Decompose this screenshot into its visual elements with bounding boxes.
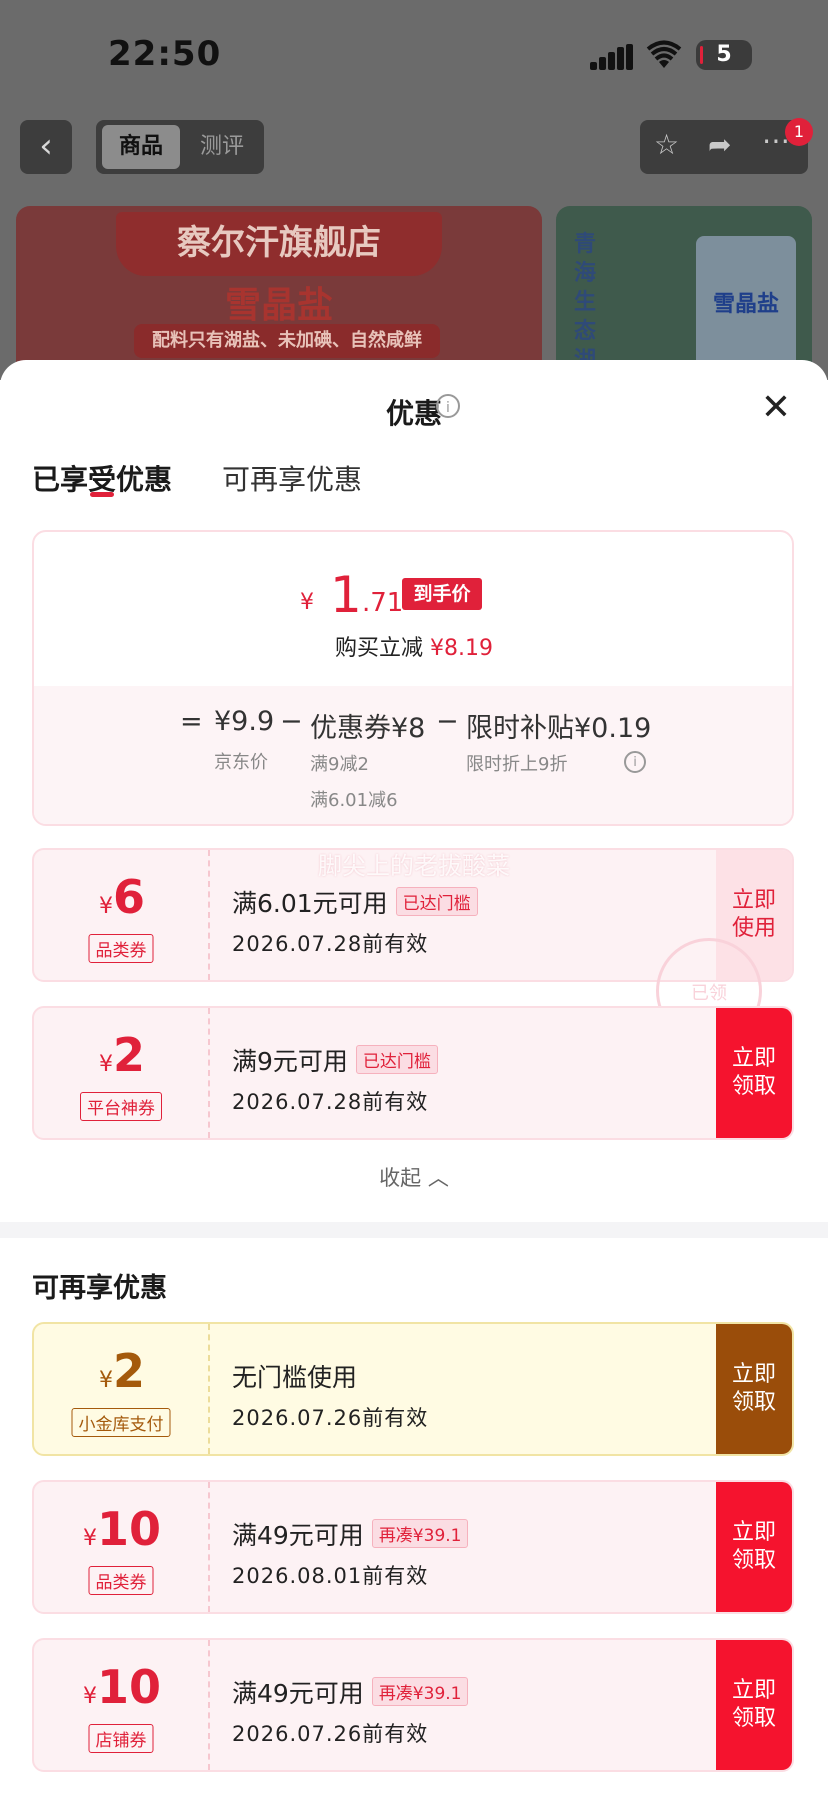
claim-now-button[interactable]: 立即 领取 xyxy=(716,1640,792,1770)
subsidy-total: 限时补贴¥0.19 xyxy=(466,713,652,744)
remaining-amount-tag: 再凑¥39.1 xyxy=(371,1519,469,1548)
status-time: 22:50 xyxy=(108,34,222,74)
chevron-up-icon: ︿ xyxy=(427,1166,449,1190)
claim-now-button[interactable]: 立即 领取 xyxy=(716,1008,792,1138)
coupon-expiry: 2026.07.28前有效 xyxy=(232,1090,429,1114)
coupon-detail-1: 满9减2 xyxy=(310,754,369,775)
coupon-card: ¥10 店铺券 满49元可用 再凑¥39.1 2026.07.26前有效 立即 领… xyxy=(32,1638,794,1772)
back-button[interactable]: ‹ xyxy=(20,120,72,174)
coupon-card: ¥10 品类券 满49元可用 再凑¥39.1 2026.08.01前有效 立即 领… xyxy=(32,1480,794,1614)
coupon-stub: ¥2 平台神券 xyxy=(34,1008,210,1138)
wifi-icon xyxy=(646,40,682,74)
coupon-total: 优惠券¥8 xyxy=(310,713,426,744)
coupon-condition: 无门槛使用 xyxy=(232,1363,358,1392)
section-title-more-discounts: 可再享优惠 xyxy=(32,1273,167,1304)
coupon-type: 店铺券 xyxy=(88,1724,154,1753)
battery-indicator: 5 xyxy=(696,40,752,70)
notification-badge: 1 xyxy=(785,118,813,146)
product-name: 雪晶盐 xyxy=(224,285,333,326)
star-icon[interactable]: ☆ xyxy=(654,128,679,161)
section-divider xyxy=(0,1222,828,1238)
coupon-stub: ¥10 店铺券 xyxy=(34,1640,210,1770)
threshold-tag: 已达门槛 xyxy=(395,887,478,916)
close-button[interactable]: ✕ xyxy=(758,390,794,426)
final-price-badge: 到手价 xyxy=(402,578,482,610)
coupon-card: ¥2 平台神券 满9元可用 已达门槛 2026.07.28前有效 立即 领取 xyxy=(32,1006,794,1140)
coupon-detail-2: 满6.01减6 xyxy=(310,790,398,811)
coupon-amount: ¥10 xyxy=(82,1502,161,1556)
coupon-stub: ¥2 小金库支付 xyxy=(34,1324,210,1454)
jd-price-label: 京东价 xyxy=(214,752,268,773)
coupon-type: 品类券 xyxy=(88,934,154,963)
coupon-stub: ¥10 品类券 xyxy=(34,1482,210,1612)
coupon-expiry: 2026.07.28前有效 xyxy=(232,932,429,956)
coupon-condition: 满49元可用 再凑¥39.1 xyxy=(232,1674,469,1710)
store-banner[interactable]: 察尔汗旗舰店 雪晶盐 配料只有湖盐、未加碘、自然咸鲜 xyxy=(16,206,542,386)
coupon-card: ¥2 小金库支付 无门槛使用 2026.07.26前有效 立即 领取 xyxy=(32,1322,794,1456)
coupon-expiry: 2026.08.01前有效 xyxy=(232,1564,429,1588)
price-decimal: .71 xyxy=(362,588,404,618)
jd-price: ¥9.9 xyxy=(214,706,275,737)
minus-sign: − xyxy=(280,706,303,737)
coupon-amount: ¥2 xyxy=(98,1344,145,1398)
watermark-text: 脚尖上的老拔酸菜 xyxy=(318,852,510,880)
tab-more-discounts[interactable]: 可再享优惠 xyxy=(222,458,362,498)
tab-review[interactable]: 测评 xyxy=(186,125,258,169)
banner-vertical-text: 青海生态湖 xyxy=(574,232,597,373)
coupon-type: 平台神券 xyxy=(80,1092,162,1121)
savings-label: 购买立减 xyxy=(335,636,424,661)
subsidy-info-icon[interactable]: i xyxy=(624,751,646,773)
share-icon[interactable]: ➦ xyxy=(708,128,731,161)
threshold-tag: 已达门槛 xyxy=(355,1045,438,1074)
claim-now-button[interactable]: 立即 领取 xyxy=(716,1482,792,1612)
info-icon[interactable]: i xyxy=(436,394,460,418)
top-right-toolbar: ☆ ➦ ⋯ xyxy=(640,120,808,174)
coupon-expiry: 2026.07.26前有效 xyxy=(232,1406,429,1430)
collapse-toggle[interactable]: 收起 ︿ xyxy=(0,1162,828,1192)
coupon-condition: 满6.01元可用 已达门槛 xyxy=(232,884,478,920)
coupon-type: 小金库支付 xyxy=(71,1408,171,1437)
savings-amount: ¥8.19 xyxy=(430,636,493,661)
equals-sign: = xyxy=(180,706,203,737)
minus-sign: − xyxy=(436,706,459,737)
subsidy-detail: 限时折上9折 xyxy=(466,754,568,775)
coupon-condition: 满49元可用 再凑¥39.1 xyxy=(232,1516,469,1552)
coupon-amount: ¥10 xyxy=(82,1660,161,1714)
product-image-banner[interactable]: 青海生态湖 雪晶盐 xyxy=(556,206,812,386)
product-tagline: 配料只有湖盐、未加碘、自然咸鲜 xyxy=(134,324,440,358)
active-tab-indicator xyxy=(90,492,114,497)
sheet-title: 优惠 xyxy=(385,397,442,430)
coupon-amount: ¥2 xyxy=(98,1028,145,1082)
savings-line: 购买立减 ¥8.19 xyxy=(0,630,828,662)
price-summary-card xyxy=(32,530,794,826)
remaining-amount-tag: 再凑¥39.1 xyxy=(371,1677,469,1706)
tab-goods[interactable]: 商品 xyxy=(102,125,180,169)
claim-now-button[interactable]: 立即 领取 xyxy=(716,1324,792,1454)
price-integer: 1 xyxy=(330,566,362,624)
currency-symbol: ¥ xyxy=(300,590,314,615)
coupon-condition: 满9元可用 已达门槛 xyxy=(232,1042,438,1078)
cellular-signal-icon xyxy=(590,44,634,70)
product-bag-image: 雪晶盐 xyxy=(696,236,796,376)
coupon-expiry: 2026.07.26前有效 xyxy=(232,1722,429,1746)
store-name: 察尔汗旗舰店 xyxy=(116,212,442,276)
collapse-label: 收起 xyxy=(379,1166,422,1190)
coupon-type: 品类券 xyxy=(88,1566,154,1595)
